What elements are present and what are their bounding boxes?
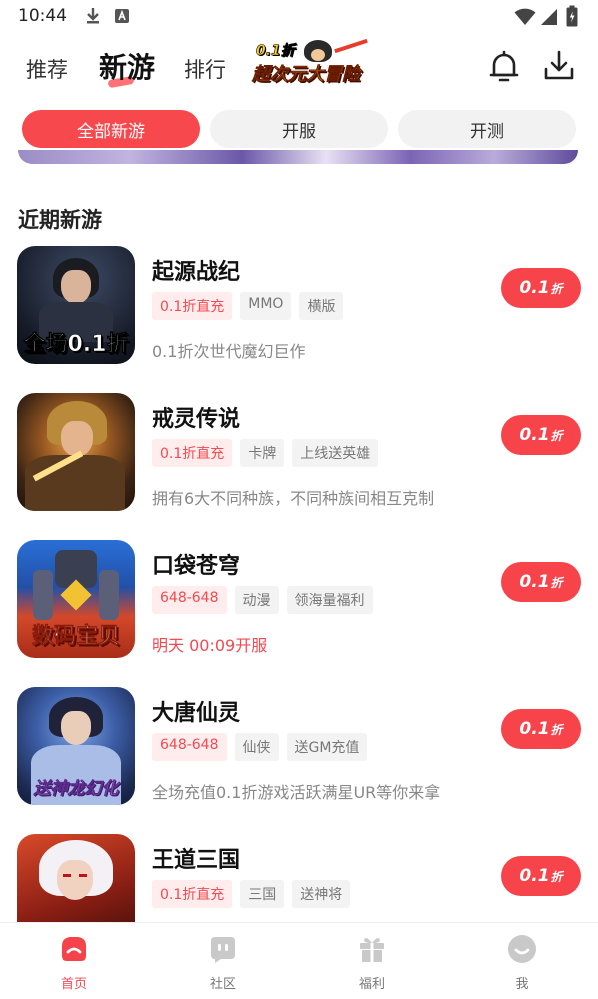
discount-value: 0.1 bbox=[519, 719, 550, 739]
community-icon bbox=[211, 937, 235, 963]
game-thumbnail[interactable]: 送神龙幻化 bbox=[17, 687, 135, 805]
tag-perk: 送GM充值 bbox=[286, 733, 368, 761]
game-list: 全场0.1折 起源战纪 0.1折直充 MMO 横版 0.1折次世代魔幻巨作 0.… bbox=[0, 246, 598, 922]
discount-unit: 折 bbox=[550, 575, 563, 590]
discount-button[interactable]: 0.1 折 bbox=[501, 415, 581, 455]
signal-icon bbox=[541, 9, 557, 25]
profile-icon bbox=[508, 935, 536, 963]
tag-discount: 0.1折直充 bbox=[152, 880, 233, 908]
discount-unit: 折 bbox=[550, 722, 563, 737]
tab-new-games[interactable]: 新游 bbox=[99, 46, 155, 86]
nav-profile-label: 我 bbox=[515, 977, 529, 992]
discount-unit: 折 bbox=[550, 428, 563, 443]
nav-home[interactable]: 首页 bbox=[14, 923, 134, 999]
tag-genre: 三国 bbox=[240, 880, 285, 908]
tag-discount: 648-648 bbox=[152, 733, 227, 761]
section-title: 近期新游 bbox=[18, 208, 102, 232]
nav-welfare-label: 福利 bbox=[358, 977, 385, 992]
tag-discount: 0.1折直充 bbox=[152, 292, 233, 320]
game-description: 0.1折次世代魔幻巨作 bbox=[152, 342, 306, 361]
status-time: 10:44 bbox=[18, 6, 67, 26]
game-tags: 648-648 仙侠 送GM充值 bbox=[152, 733, 368, 761]
game-thumbnail[interactable] bbox=[17, 834, 135, 922]
tag-genre: 动漫 bbox=[234, 586, 279, 614]
promo-game-logo[interactable]: 0.1折 超次元大冒险 bbox=[252, 38, 372, 88]
filter-row: 全部新游 开服 开测 bbox=[0, 108, 598, 150]
thumbnail-caption: 数码宝贝 bbox=[31, 624, 121, 650]
gift-icon bbox=[360, 938, 384, 962]
game-thumbnail[interactable] bbox=[17, 393, 135, 511]
discount-value: 0.1 bbox=[519, 425, 550, 445]
tag-perk: 送神将 bbox=[292, 880, 351, 908]
notification-bell-icon[interactable] bbox=[486, 48, 522, 84]
list-item[interactable]: 全场0.1折 起源战纪 0.1折直充 MMO 横版 0.1折次世代魔幻巨作 0.… bbox=[0, 246, 598, 386]
game-tags: 0.1折直充 三国 送神将 bbox=[152, 880, 351, 908]
tag-discount: 0.1折直充 bbox=[152, 439, 233, 467]
list-item[interactable]: 戒灵传说 0.1折直充 卡牌 上线送英雄 拥有6大不同种族，不同种族间相互克制 … bbox=[0, 393, 598, 533]
discount-button[interactable]: 0.1 折 bbox=[501, 562, 581, 602]
promo-title: 超次元大冒险 bbox=[252, 64, 361, 86]
discount-button[interactable]: 0.1 折 bbox=[501, 856, 581, 896]
tag-discount: 648-648 bbox=[152, 586, 227, 614]
bottom-nav: 首页 社区 福利 我 bbox=[0, 922, 598, 999]
download-status-icon bbox=[87, 8, 99, 24]
tag-style: 横版 bbox=[299, 292, 344, 320]
banner-carousel-edge[interactable] bbox=[18, 150, 578, 168]
game-description: 拥有6大不同种族，不同种族间相互克制 bbox=[152, 489, 435, 508]
tag-genre: MMO bbox=[240, 292, 292, 320]
tag-perk: 领海量福利 bbox=[286, 586, 373, 614]
game-thumbnail[interactable]: 全场0.1折 bbox=[17, 246, 135, 364]
game-tags: 648-648 动漫 领海量福利 bbox=[152, 586, 373, 614]
game-name[interactable]: 大唐仙灵 bbox=[152, 695, 240, 727]
game-name[interactable]: 起源战纪 bbox=[152, 254, 240, 286]
discount-button[interactable]: 0.1 折 bbox=[501, 709, 581, 749]
status-bar: 10:44 bbox=[0, 0, 598, 34]
app-notification-icon bbox=[115, 9, 129, 23]
server-open-time: 明天 00:09开服 bbox=[152, 636, 268, 655]
game-name[interactable]: 戒灵传说 bbox=[152, 401, 240, 433]
game-description: 全场充值0.1折游戏活跃满星UR等你来拿 bbox=[152, 783, 441, 802]
wifi-icon bbox=[514, 8, 536, 25]
filter-server-open[interactable]: 开服 bbox=[210, 110, 388, 148]
discount-value: 0.1 bbox=[519, 866, 550, 886]
tag-genre: 卡牌 bbox=[240, 439, 285, 467]
discount-value: 0.1 bbox=[519, 278, 550, 298]
discount-unit: 折 bbox=[550, 281, 563, 296]
list-item[interactable]: 送神龙幻化 大唐仙灵 648-648 仙侠 送GM充值 全场充值0.1折游戏活跃… bbox=[0, 687, 598, 827]
list-item[interactable]: 王道三国 0.1折直充 三国 送神将 0.1 折 bbox=[0, 834, 598, 922]
thumbnail-caption: 全场0.1折 bbox=[23, 332, 129, 358]
discount-button[interactable]: 0.1 折 bbox=[501, 268, 581, 308]
nav-home-label: 首页 bbox=[60, 977, 87, 992]
game-name[interactable]: 口袋苍穹 bbox=[152, 548, 240, 580]
discount-value: 0.1 bbox=[519, 572, 550, 592]
game-tags: 0.1折直充 卡牌 上线送英雄 bbox=[152, 439, 379, 467]
filter-test-open[interactable]: 开测 bbox=[398, 110, 576, 148]
battery-icon bbox=[566, 5, 578, 27]
promo-badge: 0.1折 bbox=[256, 43, 295, 60]
nav-community-label: 社区 bbox=[209, 977, 236, 992]
tag-genre: 仙侠 bbox=[234, 733, 279, 761]
tab-recommend[interactable]: 推荐 bbox=[26, 54, 68, 84]
promo-character-art bbox=[304, 40, 332, 62]
download-icon[interactable] bbox=[541, 48, 577, 84]
list-item[interactable]: 数码宝贝 口袋苍穹 648-648 动漫 领海量福利 明天 00:09开服 0.… bbox=[0, 540, 598, 680]
tag-perk: 上线送英雄 bbox=[292, 439, 379, 467]
game-thumbnail[interactable]: 数码宝贝 bbox=[17, 540, 135, 658]
game-name[interactable]: 王道三国 bbox=[152, 842, 240, 874]
filter-all-new[interactable]: 全部新游 bbox=[22, 110, 200, 148]
tab-ranking[interactable]: 排行 bbox=[184, 54, 226, 84]
nav-community[interactable]: 社区 bbox=[163, 923, 283, 999]
game-tags: 0.1折直充 MMO 横版 bbox=[152, 292, 344, 320]
discount-unit: 折 bbox=[550, 869, 563, 884]
thumbnail-caption: 送神龙幻化 bbox=[33, 779, 119, 800]
nav-welfare[interactable]: 福利 bbox=[312, 923, 432, 999]
top-nav: 推荐 新游 排行 0.1折 超次元大冒险 bbox=[0, 34, 598, 102]
home-icon bbox=[62, 937, 86, 961]
nav-profile[interactable]: 我 bbox=[462, 923, 582, 999]
